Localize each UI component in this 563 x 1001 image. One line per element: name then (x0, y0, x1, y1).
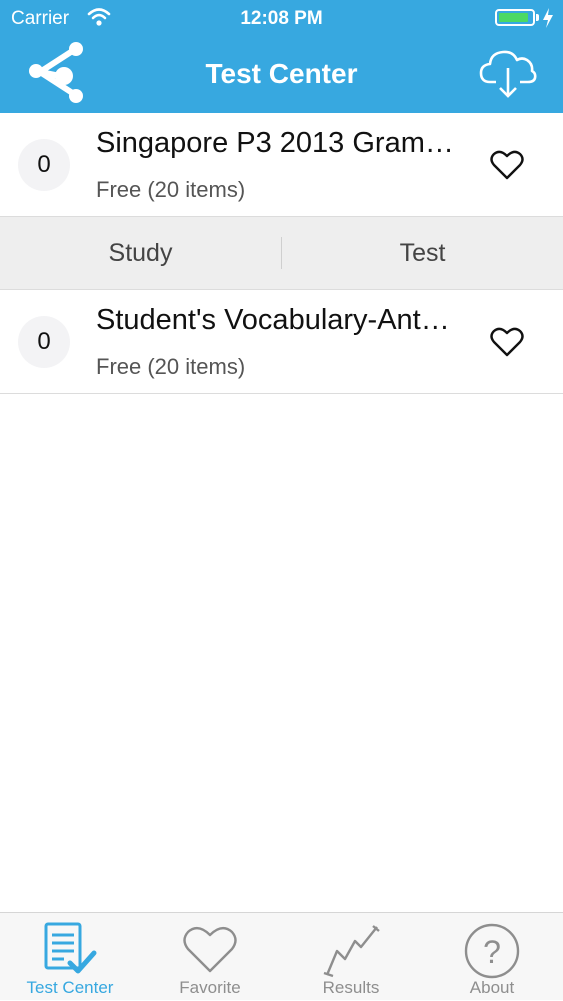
study-test-segment: Study Test (0, 217, 563, 290)
tab-about[interactable]: ? About (422, 913, 562, 1001)
test-count-badge: 0 (18, 316, 70, 368)
test-title: Student's Vocabulary-Ant… (96, 304, 450, 336)
nav-header: Carrier 12:08 PM Test Center (0, 0, 563, 113)
battery-icon (495, 9, 535, 26)
status-time: 12:08 PM (240, 8, 323, 29)
heart-outline-icon[interactable] (490, 149, 524, 181)
tab-favorite[interactable]: Favorite (140, 913, 280, 1001)
test-row[interactable]: 0 Student's Vocabulary-Ant… Free (20 ite… (0, 290, 563, 394)
svg-text:?: ? (483, 934, 501, 970)
test-row[interactable]: 0 Singapore P3 2013 Gram… Free (20 items… (0, 113, 563, 217)
battery-tip (536, 14, 539, 21)
heart-outline-icon[interactable] (490, 326, 524, 358)
results-graph-icon (323, 925, 380, 978)
test-subtitle: Free (20 items) (96, 177, 246, 202)
test-subtitle: Free (20 items) (96, 354, 246, 379)
heart-icon (183, 927, 237, 973)
tab-label: Favorite (179, 978, 241, 997)
test-button[interactable]: Test (282, 217, 563, 289)
tab-test-center[interactable]: Test Center (0, 913, 140, 1001)
tab-results[interactable]: Results (281, 913, 421, 1001)
test-title: Singapore P3 2013 Gram… (96, 127, 454, 159)
tab-label: About (469, 978, 515, 997)
status-bar: Carrier 12:08 PM (0, 0, 563, 38)
study-button[interactable]: Study (0, 217, 281, 289)
tab-bar: Test Center Favorite Results ? About (0, 912, 563, 1000)
question-icon: ? (464, 923, 520, 979)
test-count-badge: 0 (18, 139, 70, 191)
cloud-download-icon[interactable] (478, 46, 538, 100)
charging-bolt-icon (543, 8, 553, 28)
tab-label: Test Center (26, 978, 114, 997)
tab-label: Results (322, 978, 380, 997)
checklist-icon (44, 922, 97, 974)
